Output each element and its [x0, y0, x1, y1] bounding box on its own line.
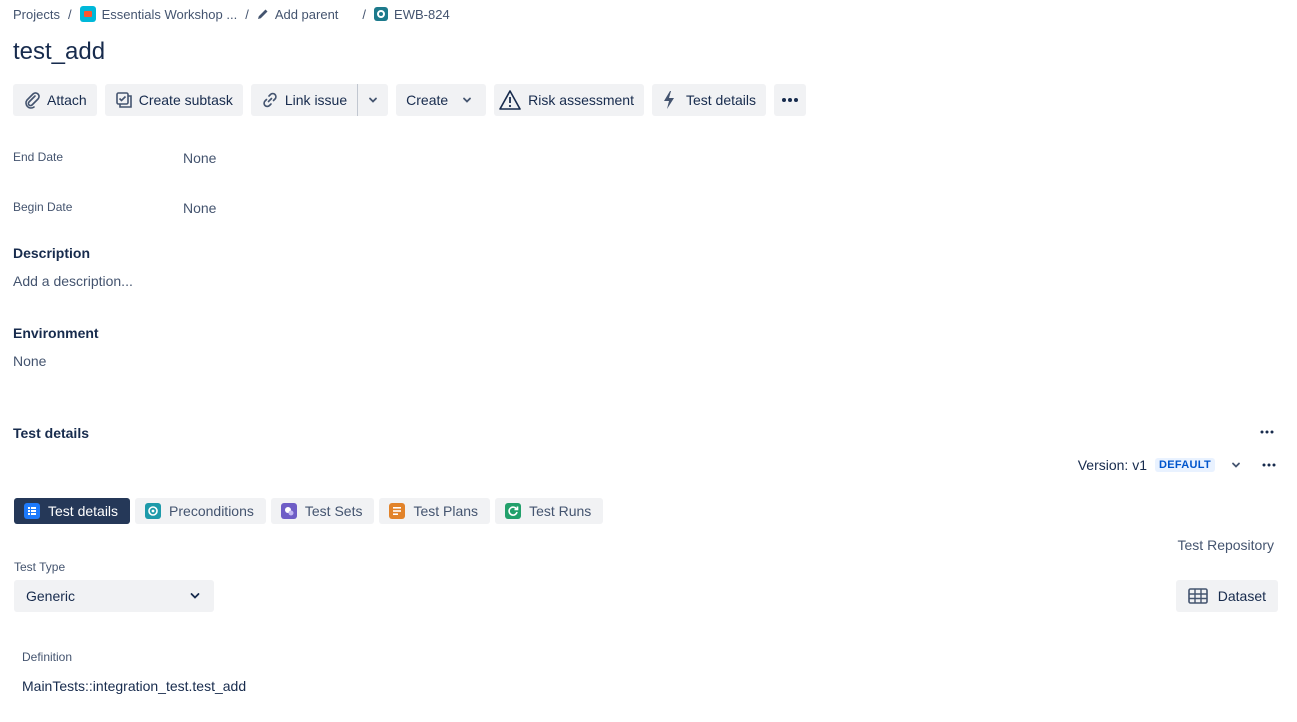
breadcrumb-separator: / — [67, 6, 72, 22]
breadcrumb: Projects / Essentials Workshop ... / Add… — [13, 4, 450, 24]
definition-value[interactable]: MainTests::integration_test.test_add — [22, 678, 246, 694]
test-type-select[interactable]: Generic — [14, 580, 214, 612]
begin-date-value[interactable]: None — [183, 200, 216, 216]
more-icon — [782, 98, 799, 102]
table-icon — [1187, 588, 1208, 604]
default-badge: DEFAULT — [1154, 458, 1215, 472]
issue-toolbar: Attach Create subtask Link issue Create … — [13, 84, 814, 116]
chevron-down-icon — [369, 97, 378, 103]
end-date-value[interactable]: None — [183, 150, 216, 166]
warning-icon — [499, 90, 521, 110]
test-details-button[interactable]: Test details — [651, 84, 767, 116]
environment-field[interactable]: None — [13, 353, 46, 369]
tab-test-runs[interactable]: Test Runs — [495, 498, 604, 524]
project-icon — [79, 6, 96, 22]
version-dropdown-button[interactable] — [1229, 458, 1243, 472]
version-label[interactable]: Version: v1 — [1078, 457, 1147, 473]
link-icon — [263, 92, 277, 108]
breadcrumb-project[interactable]: Essentials Workshop ... — [79, 6, 237, 22]
risk-assessment-button[interactable]: Risk assessment — [494, 84, 644, 116]
test-plan-icon — [389, 503, 406, 519]
more-icon — [1262, 463, 1276, 467]
precondition-icon — [145, 503, 162, 519]
chevron-down-icon — [1232, 462, 1240, 468]
test-issue-icon — [374, 7, 389, 21]
attach-button[interactable]: Attach — [13, 84, 97, 116]
chevron-down-icon — [190, 593, 200, 599]
create-button[interactable]: Create — [396, 84, 487, 116]
tab-test-details[interactable]: Test details — [14, 498, 131, 524]
test-type-value: Generic — [26, 588, 76, 604]
begin-date-label: Begin Date — [13, 200, 73, 214]
breadcrumb-separator: / — [362, 6, 367, 22]
more-actions-button[interactable] — [774, 84, 807, 116]
breadcrumb-add-parent[interactable]: Add parent — [257, 7, 338, 22]
more-icon — [1260, 430, 1274, 434]
tab-test-plans[interactable]: Test Plans — [379, 498, 491, 524]
end-date-label: End Date — [13, 150, 64, 164]
test-run-icon — [505, 503, 522, 519]
description-field[interactable]: Add a description... — [13, 273, 133, 289]
paperclip-icon — [25, 92, 40, 109]
test-details-more-button[interactable] — [1259, 424, 1275, 445]
issue-title[interactable]: test_add — [13, 38, 105, 66]
pencil-icon — [257, 9, 268, 19]
link-issue-button[interactable]: Link issue — [250, 84, 359, 116]
test-tabs: Test details Preconditions Test Sets Tes… — [14, 498, 604, 524]
link-issue-dropdown-button[interactable] — [358, 84, 389, 116]
test-repository-link[interactable]: Test Repository — [1178, 537, 1274, 553]
chevron-down-icon — [463, 97, 472, 103]
list-icon — [24, 503, 40, 519]
description-heading: Description — [13, 245, 91, 261]
tab-preconditions[interactable]: Preconditions — [135, 498, 266, 524]
breadcrumb-projects[interactable]: Projects — [13, 7, 60, 22]
environment-heading: Environment — [13, 325, 99, 341]
tab-test-sets[interactable]: Test Sets — [270, 498, 375, 524]
test-set-icon — [280, 503, 297, 519]
subtask-icon — [115, 92, 132, 108]
create-subtask-button[interactable]: Create subtask — [104, 84, 243, 116]
breadcrumb-separator: / — [245, 6, 249, 22]
test-details-heading: Test details — [13, 425, 89, 441]
lightning-icon — [663, 91, 674, 109]
test-type-label: Test Type — [14, 560, 66, 574]
version-selector: Version: v1 DEFAULT — [1078, 455, 1277, 475]
dataset-button[interactable]: Dataset — [1175, 580, 1278, 612]
version-more-button[interactable] — [1261, 457, 1277, 473]
breadcrumb-issue-key[interactable]: EWB-824 — [374, 7, 450, 22]
definition-label: Definition — [22, 650, 73, 664]
